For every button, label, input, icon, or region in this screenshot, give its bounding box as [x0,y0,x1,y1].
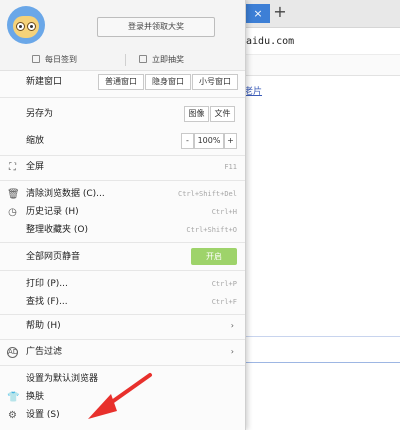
clear-data-label: 清除浏览数据 (C)... [26,189,105,199]
new-window-label: 新建窗口 [26,77,63,87]
lucky-draw-button[interactable]: 立即抽奖 [139,54,184,66]
settings-label: 设置 (S) [26,410,60,420]
zoom-out-button[interactable]: - [181,133,194,149]
chevron-right-icon: › [230,347,234,356]
tab-close-button[interactable]: × [246,4,270,23]
set-default-browser-label: 设置为默认浏览器 [26,374,99,384]
print-item[interactable]: 打印 (P)... Ctrl+P [0,275,245,293]
browser-main-menu: 登录并领取大奖 每日签到 立即抽奖 新建窗口 普通窗口 隐身窗口 小号窗口 另存… [0,0,246,430]
daily-checkin-button[interactable]: 每日签到 [32,54,77,66]
fullscreen-icon: ⛶ [9,162,16,173]
history-label: 历史记录 (H) [26,207,79,217]
help-item[interactable]: 帮助 (H) › [0,317,245,335]
menu-divider [0,242,245,243]
address-text[interactable]: baidu.com [240,36,294,47]
zoom-level: 100% [194,133,224,149]
mascot-eye [27,22,36,31]
mascot-eye [16,22,25,31]
menu-divider [0,97,245,98]
find-label: 查找 (F)... [26,297,68,307]
header-separator [125,54,126,66]
print-label: 打印 (P)... [26,279,68,289]
find-item[interactable]: 查找 (F)... Ctrl+F [0,293,245,311]
organize-favorites-item[interactable]: 整理收藏夹 (O) Ctrl+Shift+O [0,221,245,239]
fullscreen-label: 全屏 [26,162,45,172]
save-file-button[interactable]: 文件 [210,106,235,122]
zoom-in-button[interactable]: + [224,133,237,149]
menu-divider [0,339,245,340]
menu-header: 登录并领取大奖 每日签到 立即抽奖 [0,0,245,71]
set-default-browser-item[interactable]: 设置为默认浏览器 [0,370,245,388]
organize-favorites-shortcut: Ctrl+Shift+O [186,226,237,234]
page-divider [240,362,400,363]
fullscreen-item[interactable]: ⛶ 全屏 F11 [0,158,245,176]
gear-icon: ⚙ [8,410,17,421]
change-skin-label: 换肤 [26,392,45,402]
save-as-label: 另存为 [26,109,54,119]
history-shortcut: Ctrl+H [211,208,237,216]
menu-divider [0,270,245,271]
mute-all-toggle[interactable]: 开启 [191,248,237,265]
incognito-window-button[interactable]: 隐身窗口 [145,74,191,90]
login-reward-button[interactable]: 登录并领取大奖 [97,17,215,37]
history-item[interactable]: ◷ 历史记录 (H) Ctrl+H [0,203,245,221]
new-tab-button[interactable]: + [273,2,287,22]
help-label: 帮助 (H) [26,321,61,331]
save-image-button[interactable]: 图像 [184,106,209,122]
ad-block-icon: AD [7,347,19,358]
menu-divider [0,180,245,181]
ad-filter-item[interactable]: AD 广告过滤 › [0,343,245,361]
menu-divider [0,365,245,366]
mute-all-label: 全部网页静音 [26,252,81,262]
print-shortcut: Ctrl+P [211,280,237,288]
calendar-icon [32,55,40,63]
avatar[interactable] [7,6,45,44]
gift-icon [139,55,147,63]
find-shortcut: Ctrl+F [211,298,237,306]
page-divider [240,336,400,337]
page-link[interactable]: 老片 [244,84,262,97]
change-skin-item[interactable]: 👕 换肤 [0,388,245,406]
alt-account-window-button[interactable]: 小号窗口 [192,74,238,90]
zoom-label: 缩放 [26,136,45,146]
settings-item[interactable]: ⚙ 设置 (S) [0,406,245,424]
clear-data-item[interactable]: 🗑 清除浏览数据 (C)... Ctrl+Shift+Del [0,185,245,203]
ad-filter-label: 广告过滤 [26,347,63,357]
bookmarks-toolbar [240,54,400,76]
organize-favorites-label: 整理收藏夹 (O) [26,225,88,235]
clock-icon: ◷ [8,207,17,218]
menu-divider [0,155,245,156]
fullscreen-shortcut: F11 [224,163,237,171]
daily-checkin-label: 每日签到 [45,55,77,64]
trash-icon: 🗑 [7,189,20,200]
menu-divider [0,314,245,315]
lucky-draw-label: 立即抽奖 [152,55,184,64]
chevron-right-icon: › [230,321,234,330]
clear-data-shortcut: Ctrl+Shift+Del [177,190,237,198]
shirt-icon: 👕 [7,392,20,403]
normal-window-button[interactable]: 普通窗口 [98,74,144,90]
